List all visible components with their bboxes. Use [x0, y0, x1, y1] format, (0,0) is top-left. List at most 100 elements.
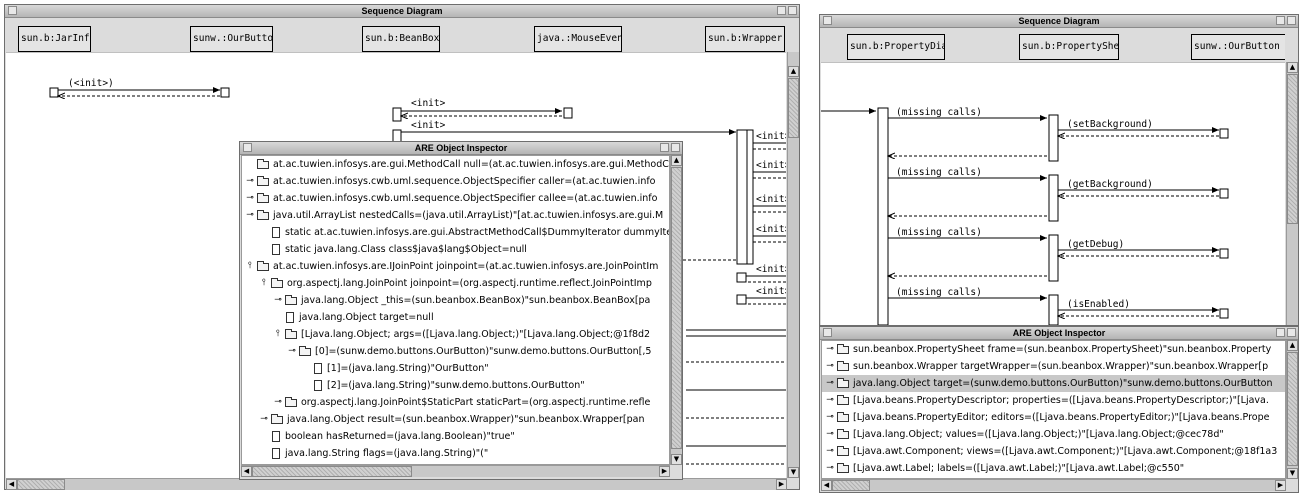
scroll-up-icon[interactable]: ▲ — [1287, 340, 1298, 351]
right-vertical-scrollbar[interactable]: ▲ — [1286, 62, 1298, 325]
maximize-icon[interactable] — [788, 6, 797, 15]
expand-toggle-icon[interactable]: ⊸ — [824, 426, 836, 443]
inspector-tree[interactable]: at.ac.tuwien.infosys.are.gui.MethodCall … — [241, 155, 670, 465]
tree-row[interactable]: ⊸ java.lang.Object target=(sunw.demo.butt… — [822, 375, 1285, 392]
expand-toggle-icon[interactable]: ⫯ — [272, 326, 284, 343]
scroll-down-icon[interactable]: ▼ — [671, 454, 682, 465]
tree-row[interactable]: static at.ac.tuwien.infosys.are.gui.Abst… — [242, 224, 669, 241]
tree-row[interactable]: at.ac.tuwien.infosys.are.gui.MethodCall … — [242, 156, 669, 173]
expand-toggle-icon[interactable]: ⊸ — [824, 358, 836, 375]
tree-row[interactable]: ⊸ [Ljava.beans.PropertyEditor; editors=([… — [822, 409, 1285, 426]
tree-row[interactable]: ⊸ [Ljava.awt.Component; views=([Ljava.awt… — [822, 443, 1285, 460]
tree-row[interactable]: ⫯ [Ljava.lang.Object; args=([Ljava.lang.O… — [242, 326, 669, 343]
maximize-icon[interactable] — [1287, 16, 1296, 25]
scroll-left-icon[interactable]: ◀ — [241, 466, 252, 477]
tree-row[interactable]: java.lang.Object target=null — [242, 309, 669, 326]
tree-row-label: [Ljava.beans.PropertyEditor; editors=([L… — [853, 412, 1270, 423]
scroll-thumb[interactable] — [17, 479, 65, 490]
tree-row[interactable]: ⊸ java.lang.Object _this=(sun.beanbox.Bea… — [242, 292, 669, 309]
tree-row[interactable]: ⊸ org.aspectj.lang.JoinPoint$StaticPart s… — [242, 394, 669, 411]
expand-toggle-icon[interactable]: ⊸ — [824, 409, 836, 426]
scroll-down-icon[interactable]: ▼ — [1287, 468, 1298, 479]
scroll-up-icon[interactable]: ▲ — [1287, 62, 1298, 73]
window-menu-icon[interactable] — [823, 16, 832, 25]
inspector-horizontal-scrollbar[interactable]: ◀ ▶ — [821, 479, 1286, 491]
expand-toggle-icon[interactable]: ⊸ — [244, 207, 256, 224]
tree-row[interactable]: ⊸ at.ac.tuwien.infosys.cwb.uml.sequence.O… — [242, 190, 669, 207]
window-menu-icon[interactable] — [823, 328, 832, 337]
message-label: <init> — [756, 264, 786, 275]
scroll-right-icon[interactable]: ▶ — [1275, 480, 1286, 491]
tree-row[interactable]: [2]=(java.lang.String)"sunw.demo.buttons… — [242, 377, 669, 394]
scroll-down-icon[interactable]: ▼ — [788, 467, 799, 478]
tree-row[interactable]: ⫯ org.aspectj.lang.JoinPoint joinpoint=(o… — [242, 275, 669, 292]
tree-row[interactable]: [1]=(java.lang.String)"OurButton" — [242, 360, 669, 377]
tree-row[interactable]: ⊸ [Ljava.lang.Object; values=([Ljava.lang… — [822, 426, 1285, 443]
expand-toggle-icon[interactable]: ⫯ — [258, 275, 270, 292]
scroll-left-icon[interactable]: ◀ — [821, 480, 832, 491]
right-diagram-canvas[interactable]: sun.b:PropertyDialog sun.b:PropertySheet… — [821, 28, 1285, 325]
inspector-title: ARE Object Inspector — [1012, 328, 1106, 338]
inspector-titlebar[interactable]: ARE Object Inspector — [240, 142, 682, 155]
tree-row[interactable]: static java.lang.Class class$java$lang$O… — [242, 241, 669, 258]
scroll-thumb[interactable] — [788, 78, 799, 138]
right-window-titlebar[interactable]: Sequence Diagram — [820, 15, 1298, 28]
expand-toggle-icon[interactable]: ⊸ — [824, 341, 836, 358]
scroll-right-icon[interactable]: ▶ — [659, 466, 670, 477]
expand-toggle-icon[interactable]: ⊸ — [258, 411, 270, 428]
expand-toggle-icon[interactable]: ⊸ — [244, 173, 256, 190]
tree-row-label: [Ljava.awt.Label; labels=([Ljava.awt.Lab… — [853, 463, 1185, 474]
expand-toggle-icon[interactable]: ⊸ — [824, 443, 836, 460]
tree-row[interactable]: ⊸ java.util.ArrayList nestedCalls=(java.u… — [242, 207, 669, 224]
maximize-icon[interactable] — [671, 143, 680, 152]
maximize-icon[interactable] — [1287, 328, 1296, 337]
expand-toggle-icon[interactable]: ⊸ — [244, 190, 256, 207]
scroll-left-icon[interactable]: ◀ — [6, 479, 17, 490]
window-menu-icon[interactable] — [243, 143, 252, 152]
minimize-icon[interactable] — [660, 143, 669, 152]
tree-row-label: java.lang.Object _this=(sun.beanbox.Bean… — [301, 295, 651, 306]
tree-row[interactable]: ⊸ sun.beanbox.PropertySheet frame=(sun.be… — [822, 341, 1285, 358]
window-menu-icon[interactable] — [8, 6, 17, 15]
expand-toggle-icon[interactable]: ⊸ — [824, 375, 836, 392]
expand-toggle-icon[interactable]: ⊸ — [272, 394, 284, 411]
tree-row[interactable]: ⫯ at.ac.tuwien.infosys.are.IJoinPoint joi… — [242, 258, 669, 275]
tree-row[interactable]: ⊸ at.ac.tuwien.infosys.cwb.uml.sequence.O… — [242, 173, 669, 190]
expand-toggle-icon[interactable]: ⊸ — [286, 343, 298, 360]
minimize-icon[interactable] — [1276, 328, 1285, 337]
tree-row[interactable]: boolean hasReturned=(java.lang.Boolean)"… — [242, 428, 669, 445]
left-object-inspector: ARE Object Inspector at.ac.tuwien.infosy… — [239, 141, 683, 480]
tree-row-label: boolean hasReturned=(java.lang.Boolean)"… — [285, 431, 515, 442]
tree-row-label: java.lang.String flags=(java.lang.String… — [285, 448, 489, 459]
inspector-vertical-scrollbar[interactable]: ▲ ▼ — [1286, 340, 1298, 479]
minimize-icon[interactable] — [777, 6, 786, 15]
left-vertical-scrollbar[interactable]: ▲ ▼ — [787, 52, 799, 478]
scroll-thumb[interactable] — [671, 167, 682, 449]
scroll-up-icon[interactable]: ▲ — [788, 66, 799, 77]
scroll-thumb[interactable] — [832, 480, 870, 491]
scroll-up-icon[interactable]: ▲ — [671, 155, 682, 166]
folder-icon — [299, 345, 311, 356]
tree-row-label: at.ac.tuwien.infosys.cwb.uml.sequence.Ob… — [273, 193, 658, 204]
scroll-thumb[interactable] — [252, 466, 412, 477]
expand-toggle-icon[interactable]: ⊸ — [824, 392, 836, 409]
inspector-horizontal-scrollbar[interactable]: ◀ ▶ — [241, 465, 670, 477]
tree-row[interactable]: ⊸ sun.beanbox.Wrapper targetWrapper=(sun.… — [822, 358, 1285, 375]
inspector-vertical-scrollbar[interactable]: ▲ ▼ — [670, 155, 682, 465]
expand-toggle-icon[interactable]: ⫯ — [244, 258, 256, 275]
inspector-titlebar[interactable]: ARE Object Inspector — [820, 327, 1298, 340]
tree-row[interactable]: ⊸ [0]=(sunw.demo.buttons.OurButton)"sunw.… — [242, 343, 669, 360]
minimize-icon[interactable] — [1276, 16, 1285, 25]
file-icon — [286, 312, 294, 323]
scroll-thumb[interactable] — [1287, 74, 1298, 224]
tree-row[interactable]: ⊸ java.lang.Object result=(sun.beanbox.Wr… — [242, 411, 669, 428]
expand-toggle-icon[interactable]: ⊸ — [824, 460, 836, 477]
tree-row[interactable]: ⊸ [Ljava.beans.PropertyDescriptor; proper… — [822, 392, 1285, 409]
tree-row[interactable]: ⊸ [Ljava.awt.Label; labels=([Ljava.awt.La… — [822, 460, 1285, 477]
expand-toggle-icon[interactable]: ⊸ — [272, 292, 284, 309]
scroll-thumb[interactable] — [1287, 352, 1298, 466]
scroll-right-icon[interactable]: ▶ — [776, 479, 787, 490]
tree-row[interactable]: java.lang.String flags=(java.lang.String… — [242, 445, 669, 462]
inspector-tree[interactable]: ⊸ sun.beanbox.PropertySheet frame=(sun.be… — [821, 340, 1286, 479]
left-window-titlebar[interactable]: Sequence Diagram — [5, 5, 799, 18]
